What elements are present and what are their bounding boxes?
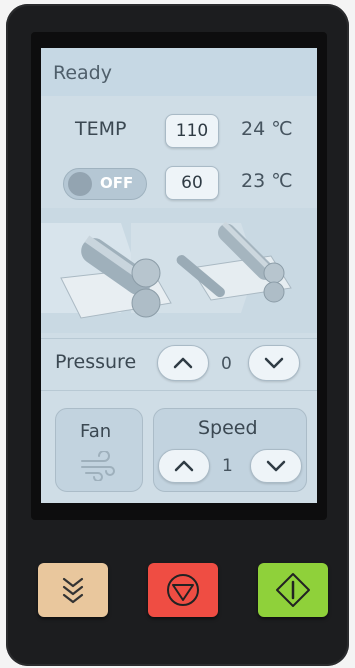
chevron-down-icon: [266, 460, 286, 472]
speed-panel: Speed 1: [153, 408, 307, 492]
chevron-down-icon: [264, 357, 284, 369]
start-icon: [276, 573, 310, 607]
roller-illustration: [41, 208, 317, 333]
stop-icon: [167, 574, 199, 606]
start-button[interactable]: [258, 563, 328, 617]
wind-icon: [81, 451, 115, 481]
heat-toggle[interactable]: OFF: [63, 168, 147, 200]
temp-setpoint-2[interactable]: 60: [165, 166, 219, 200]
lower-button[interactable]: [38, 563, 108, 617]
temp-label: TEMP: [75, 118, 127, 140]
temp-setpoint-1[interactable]: 110: [165, 114, 219, 148]
temp-setpoint-1-value: 110: [175, 121, 209, 141]
speed-up-button[interactable]: [158, 449, 210, 483]
divider: [41, 390, 317, 391]
chevrons-down-icon: [62, 577, 84, 604]
temp-actual-2: 23 ℃: [241, 170, 293, 192]
chevron-up-icon: [173, 357, 193, 369]
pressure-up-button[interactable]: [157, 345, 209, 381]
speed-label: Speed: [198, 417, 258, 439]
speed-down-button[interactable]: [250, 449, 302, 483]
temp-actual-1: 24 ℃: [241, 118, 293, 140]
status-bar: Ready: [41, 48, 317, 96]
temp-setpoint-2-value: 60: [181, 173, 203, 193]
status-text: Ready: [53, 62, 112, 84]
chevron-up-icon: [174, 460, 194, 472]
touch-screen: Ready TEMP 110 24 ℃ OFF 60 23 ℃ Pressure…: [41, 48, 317, 503]
pressure-label: Pressure: [55, 351, 137, 373]
pressure-down-button[interactable]: [248, 345, 300, 381]
stop-button[interactable]: [148, 563, 218, 617]
fan-label: Fan: [80, 421, 112, 442]
speed-value: 1: [222, 456, 233, 476]
pressure-value: 0: [221, 354, 232, 374]
fan-panel[interactable]: Fan: [55, 408, 143, 492]
divider: [41, 338, 317, 339]
toggle-label: OFF: [100, 174, 134, 192]
toggle-knob: [68, 172, 92, 196]
